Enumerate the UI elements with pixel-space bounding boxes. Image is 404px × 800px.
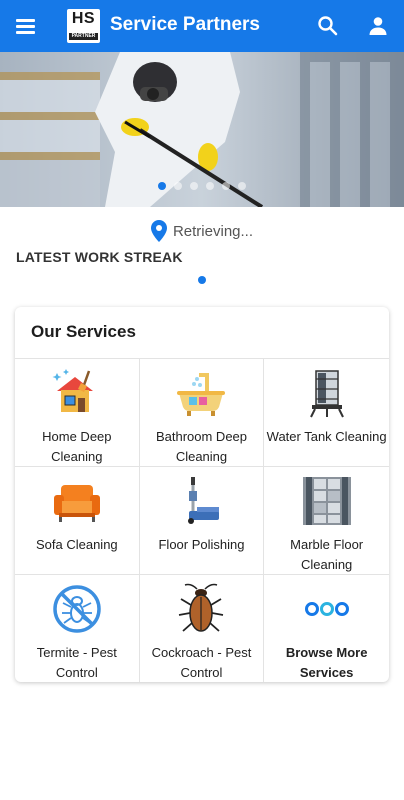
services-row: Sofa Cleaning Floor Polishing Marble Flo… [15, 467, 389, 575]
carousel-dot[interactable] [238, 182, 246, 190]
service-label: Water Tank Cleaning [266, 429, 387, 444]
floor-polisher-icon [188, 477, 220, 524]
app-title: Service Partners [110, 14, 260, 35]
service-label: Termite - Pest Control [36, 645, 117, 680]
carousel-dot[interactable] [158, 182, 166, 190]
services-grid: Home Deep Cleaning Bathroom Deep Cleanin… [15, 358, 389, 682]
service-browse-more[interactable]: Browse More Services [264, 575, 389, 682]
location-pin-icon [150, 220, 167, 242]
service-label: Sofa Cleaning [35, 537, 118, 552]
menu-button[interactable] [14, 14, 38, 38]
app-logo: HS PARTNER [67, 9, 100, 43]
work-streak-indicator [198, 276, 206, 284]
service-water-tank-cleaning[interactable]: Water Tank Cleaning [264, 359, 389, 466]
service-bathroom-deep-cleaning[interactable]: Bathroom Deep Cleaning [140, 359, 265, 466]
carousel-dot[interactable] [174, 182, 182, 190]
no-termite-icon [53, 585, 101, 633]
app-bar: HS PARTNER Service Partners [0, 0, 404, 52]
menu-icon [16, 19, 35, 22]
work-streak-heading: LATEST WORK STREAK [16, 249, 183, 265]
service-termite-pest-control[interactable]: Termite - Pest Control [15, 575, 140, 682]
carousel-dot[interactable] [190, 182, 198, 190]
service-label: Cockroach - Pest Control [151, 645, 252, 680]
house-cleaning-icon [52, 369, 93, 412]
service-label: Home Deep Cleaning [42, 429, 112, 464]
services-card: Our Services Home Deep Cleaning Bathroom… [15, 307, 389, 682]
location-status[interactable]: Retrieving... [0, 218, 404, 244]
service-cockroach-pest-control[interactable]: Cockroach - Pest Control [140, 575, 265, 682]
search-icon [318, 16, 338, 36]
service-sofa-cleaning[interactable]: Sofa Cleaning [15, 467, 140, 574]
services-heading: Our Services [31, 322, 136, 341]
service-label: Marble Floor Cleaning [290, 537, 364, 572]
carousel-indicators [0, 182, 404, 192]
bathtub-icon [177, 373, 226, 416]
marble-floor-icon [302, 477, 351, 525]
carousel-dot[interactable] [222, 182, 230, 190]
cockroach-icon [179, 583, 224, 632]
services-row: Home Deep Cleaning Bathroom Deep Cleanin… [15, 359, 389, 467]
location-text: Retrieving... [172, 222, 254, 240]
services-row: Termite - Pest Control Cockroach - Pest [15, 575, 389, 682]
search-button[interactable] [316, 14, 340, 38]
more-dots-icon [304, 602, 349, 616]
service-marble-floor-cleaning[interactable]: Marble Floor Cleaning [264, 467, 389, 574]
menu-icon-bar [16, 31, 35, 34]
service-label: Browse More Services [285, 645, 368, 680]
logo-text: HS [71, 10, 96, 27]
service-label: Bathroom Deep Cleaning [155, 429, 248, 464]
sofa-icon [53, 485, 100, 522]
service-floor-polishing[interactable]: Floor Polishing [140, 467, 265, 574]
logo-subtext: PARTNER [69, 33, 98, 40]
account-button[interactable] [366, 14, 390, 38]
service-label: Floor Polishing [158, 537, 245, 552]
carousel-dot[interactable] [206, 182, 214, 190]
service-home-deep-cleaning[interactable]: Home Deep Cleaning [15, 359, 140, 466]
account-icon [369, 17, 387, 35]
water-tank-icon [309, 370, 344, 418]
menu-icon-bar [16, 25, 35, 28]
